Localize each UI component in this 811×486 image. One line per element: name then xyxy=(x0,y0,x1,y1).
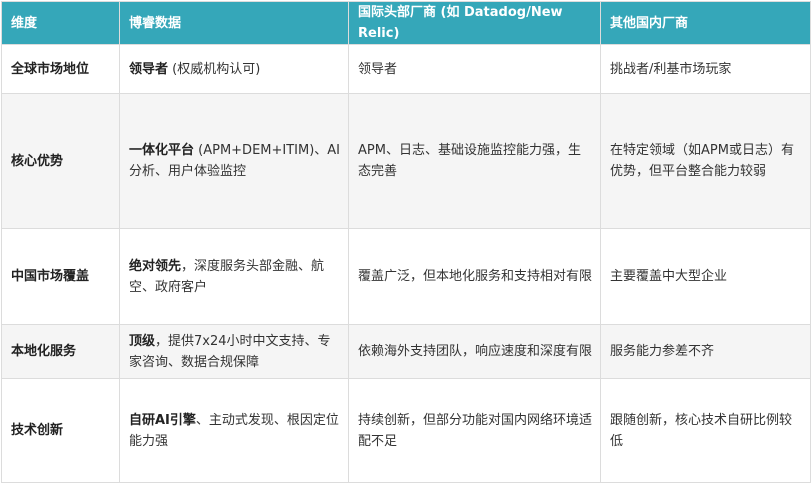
intl-cell: 领导者 xyxy=(348,44,601,94)
header-dimension: 维度 xyxy=(1,1,120,45)
borui-cell: 顶级，提供7x24小时中文支持、专家咨询、数据合规保障 xyxy=(119,324,349,379)
table-row: 本地化服务 顶级，提供7x24小时中文支持、专家咨询、数据合规保障 依赖海外支持… xyxy=(1,324,811,379)
borui-highlight: 顶级 xyxy=(129,333,156,349)
borui-cell: 绝对领先，深度服务头部金融、航空、政府客户 xyxy=(119,228,349,325)
borui-detail: (权威机构认可) xyxy=(168,61,261,77)
header-international-vendors: 国际头部厂商 (如 Datadog/New Relic) xyxy=(348,1,601,45)
borui-highlight: 一体化平台 xyxy=(129,143,195,158)
domestic-cell: 在特定领域（如APM或日志）有优势，但平台整合能力较弱 xyxy=(600,93,811,229)
borui-detail: ，提供7x24小时中文支持、专家咨询、数据合规保障 xyxy=(129,333,331,370)
comparison-table: 维度 博睿数据 国际头部厂商 (如 Datadog/New Relic) 其他国… xyxy=(1,1,811,483)
table-row: 全球市场地位 领导者 (权威机构认可) 领导者 挑战者/利基市场玩家 xyxy=(1,44,811,94)
borui-cell: 领导者 (权威机构认可) xyxy=(119,44,349,94)
dimension-cell: 中国市场覆盖 xyxy=(1,228,120,325)
borui-cell: 自研AI引擎、主动式发现、根因定位能力强 xyxy=(119,378,349,483)
table-row: 核心优势 一体化平台 (APM+DEM+ITIM)、AI分析、用户体验监控 AP… xyxy=(1,93,811,229)
intl-cell: 覆盖广泛，但本地化服务和支持相对有限 xyxy=(348,228,601,325)
borui-highlight: 领导者 xyxy=(129,61,169,77)
header-other-domestic-vendors: 其他国内厂商 xyxy=(600,1,811,45)
domestic-cell: 跟随创新，核心技术自研比例较低 xyxy=(600,378,811,483)
header-borui: 博睿数据 xyxy=(119,1,349,45)
dimension-cell: 全球市场地位 xyxy=(1,44,120,94)
dimension-cell: 技术创新 xyxy=(1,378,120,483)
domestic-cell: 服务能力参差不齐 xyxy=(600,324,811,379)
dimension-cell: 本地化服务 xyxy=(1,324,120,379)
intl-cell: 依赖海外支持团队，响应速度和深度有限 xyxy=(348,324,601,379)
domestic-cell: 挑战者/利基市场玩家 xyxy=(600,44,811,94)
borui-cell: 一体化平台 (APM+DEM+ITIM)、AI分析、用户体验监控 xyxy=(119,93,349,229)
intl-cell: APM、日志、基础设施监控能力强，生态完善 xyxy=(348,93,601,229)
domestic-cell: 主要覆盖中大型企业 xyxy=(600,228,811,325)
header-row: 维度 博睿数据 国际头部厂商 (如 Datadog/New Relic) 其他国… xyxy=(1,1,811,45)
table-row: 技术创新 自研AI引擎、主动式发现、根因定位能力强 持续创新，但部分功能对国内网… xyxy=(1,378,811,483)
table-row: 中国市场覆盖 绝对领先，深度服务头部金融、航空、政府客户 覆盖广泛，但本地化服务… xyxy=(1,228,811,325)
borui-highlight: 绝对领先 xyxy=(129,258,182,274)
dimension-cell: 核心优势 xyxy=(1,93,120,229)
borui-highlight: 自研AI引擎 xyxy=(129,412,196,428)
intl-cell: 持续创新，但部分功能对国内网络环境适配不足 xyxy=(348,378,601,483)
